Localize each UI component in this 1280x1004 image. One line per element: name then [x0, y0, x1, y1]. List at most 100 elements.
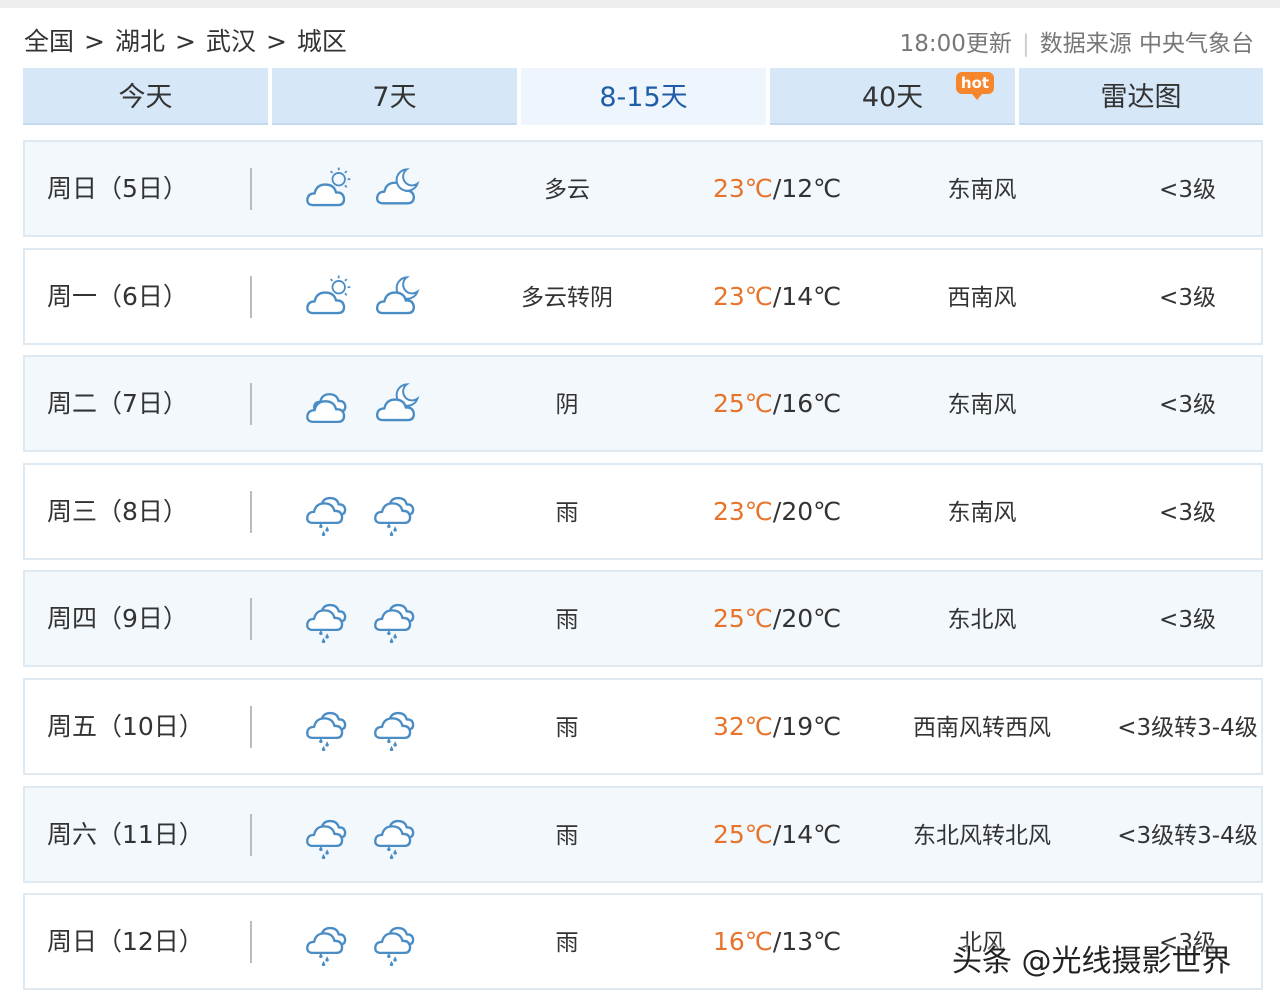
temperature-low: 16℃	[781, 389, 842, 419]
cloudy-night-icon	[375, 383, 420, 422]
breadcrumb-separator: >	[265, 27, 287, 56]
breadcrumb-item-country[interactable]: 全国	[24, 22, 74, 58]
forecast-day: 周二（7日）	[47, 389, 188, 419]
rain-icon	[374, 496, 415, 536]
hot-badge: hot	[956, 72, 994, 100]
column-divider	[250, 598, 252, 641]
wind-direction: 西南风转西风	[913, 715, 1051, 741]
tab-label: 8-15天	[599, 82, 688, 113]
wind-direction: 东北风	[947, 607, 1017, 634]
forecast-day: 周六（11日）	[47, 819, 204, 849]
forecast-day: 周日（12日）	[47, 927, 204, 957]
column-divider	[250, 813, 252, 856]
temperature-high: 25℃	[713, 389, 773, 419]
weather-description: 雨	[555, 822, 579, 849]
temperature-range: 23℃/12℃	[713, 142, 841, 235]
rain-icon	[306, 604, 347, 644]
column-divider	[250, 168, 252, 210]
forecast-row: 周六（11日） 雨 25℃/14℃ 东北风转北风 <3级转3-4级	[23, 785, 1263, 883]
breadcrumb: 全国 > 湖北 > 武汉 > 城区	[24, 22, 347, 58]
temperature-high: 23℃	[713, 281, 773, 311]
forecast-row: 周五（10日） 雨 32℃/19℃ 西南风转西风 <3级转3-4级	[23, 678, 1263, 775]
meta-divider: |	[1021, 31, 1030, 57]
temperature-high: 32℃	[713, 712, 773, 741]
weather-description: 雨	[555, 607, 579, 634]
temperature-range: 25℃/14℃	[713, 788, 841, 881]
temperature-high: 23℃	[713, 174, 773, 203]
partly-cloudy-day-icon	[306, 275, 351, 314]
tab-40-days[interactable]: 40天 hot	[770, 68, 1015, 125]
forecast-day: 周五（10日）	[47, 712, 204, 741]
temperature-range: 23℃/14℃	[713, 250, 841, 343]
wind-level: <3级转3-4级	[1117, 822, 1258, 849]
overcast-icon	[306, 393, 347, 424]
update-time: 18:00更新	[899, 31, 1012, 57]
column-divider	[250, 706, 252, 748]
temperature-high: 23℃	[713, 496, 773, 526]
weather-description: 多云转阴	[521, 284, 613, 311]
rain-icon	[374, 819, 415, 859]
column-divider	[250, 921, 252, 964]
cloudy-night-icon	[375, 275, 420, 314]
weather-description: 多云	[544, 177, 590, 203]
breadcrumb-separator: >	[174, 27, 196, 56]
weather-description: 雨	[555, 715, 579, 741]
rain-icon	[306, 496, 347, 536]
breadcrumb-item-province[interactable]: 湖北	[115, 22, 165, 58]
wind-level: <3级	[1159, 392, 1216, 419]
column-divider	[250, 383, 252, 426]
temperature-low: 14℃	[781, 281, 842, 311]
rain-icon	[374, 604, 415, 644]
weather-description: 雨	[555, 499, 579, 526]
temperature-high: 25℃	[713, 604, 773, 634]
tab-7-days[interactable]: 7天	[272, 68, 517, 125]
forecast-row: 周二（7日） 阴 25℃/16℃ 东南风 <3级	[23, 355, 1263, 453]
temperature-range: 25℃/16℃	[713, 357, 841, 450]
data-source: 数据来源 中央气象台	[1039, 31, 1254, 57]
wind-direction: 东南风	[947, 392, 1017, 419]
wind-direction: 东南风	[947, 177, 1017, 203]
tab-label: 今天	[118, 82, 173, 113]
forecast-row: 周一（6日） 多云转阴 23℃/14℃ 西南风 <3级	[23, 247, 1263, 345]
watermark: 头条 @光线摄影世界	[952, 944, 1232, 979]
wind-level: <3级	[1159, 607, 1216, 634]
temperature-range: 23℃/20℃	[713, 465, 841, 558]
forecast-row: 周四（9日） 雨 25℃/20℃ 东北风 <3级	[23, 570, 1263, 668]
rain-icon	[306, 711, 347, 752]
temperature-low: 14℃	[781, 819, 842, 849]
top-border	[0, 0, 1280, 8]
tab-label: 雷达图	[1100, 82, 1182, 113]
wind-level: <3级	[1159, 284, 1216, 311]
forecast-day: 周日（5日）	[47, 174, 188, 203]
tab-8-15-days[interactable]: 8-15天	[521, 68, 766, 125]
forecast-day: 周三（8日）	[47, 496, 188, 526]
forecast-row: 周三（8日） 雨 23℃/20℃ 东南风 <3级	[23, 462, 1263, 560]
temperature-low: 12℃	[781, 174, 842, 203]
weather-description: 阴	[555, 392, 579, 419]
column-divider	[250, 490, 252, 533]
temperature-low: 19℃	[781, 712, 842, 741]
temperature-range: 25℃/20℃	[713, 572, 841, 665]
rain-icon	[306, 819, 347, 859]
tab-radar[interactable]: 雷达图	[1019, 68, 1263, 125]
forecast-row: 周日（5日） 多云 23℃/12℃ 东南风 <3级	[23, 140, 1263, 237]
wind-level: <3级	[1159, 177, 1216, 203]
tab-today[interactable]: 今天	[23, 68, 268, 125]
forecast-tabs: 今天 7天 8-15天 40天 hot 雷达图	[23, 68, 1263, 125]
wind-direction: 东南风	[947, 499, 1017, 526]
wind-direction: 东北风转北风	[913, 822, 1051, 849]
temperature-range: 16℃/13℃	[713, 895, 841, 988]
rain-icon	[374, 927, 415, 967]
forecast-day: 周一（6日）	[47, 281, 188, 311]
update-info: 18:00更新 | 数据来源 中央气象台	[900, 24, 1254, 58]
partly-cloudy-day-icon	[306, 167, 351, 207]
temperature-high: 25℃	[713, 819, 773, 849]
temperature-high: 16℃	[713, 927, 773, 957]
weather-description: 雨	[555, 930, 579, 957]
temperature-low: 20℃	[781, 604, 842, 634]
breadcrumb-item-district: 城区	[296, 27, 347, 56]
tab-label: 40天	[861, 82, 924, 113]
breadcrumb-item-city[interactable]: 武汉	[206, 22, 256, 58]
temperature-low: 13℃	[781, 927, 842, 957]
rain-icon	[306, 927, 347, 967]
